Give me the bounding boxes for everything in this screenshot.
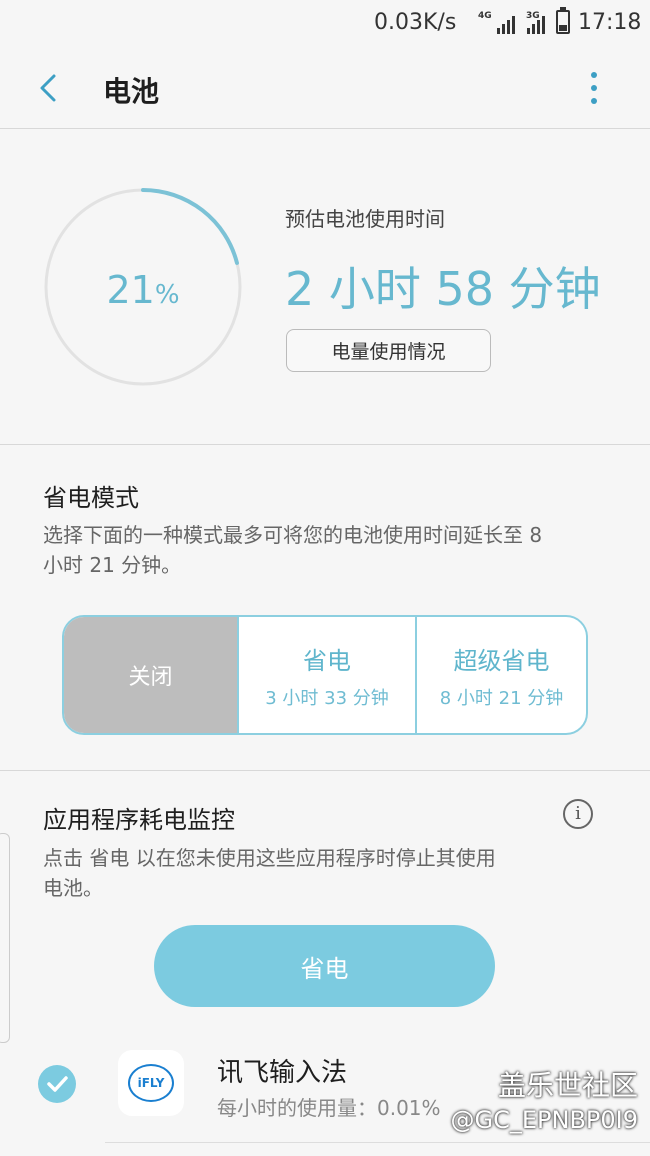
power-mode-selector: 关闭 省电 3 小时 33 分钟 超级省电 8 小时 21 分钟 <box>62 615 588 735</box>
battery-percent-sign: % <box>154 280 180 310</box>
network-type-1: 4G <box>478 11 492 21</box>
app-checkbox[interactable] <box>38 1065 76 1103</box>
app-bar: 电池 <box>0 48 650 128</box>
divider <box>105 1142 650 1143</box>
mode-ultra-power-saving-option[interactable]: 超级省电 8 小时 21 分钟 <box>415 617 586 733</box>
back-button[interactable] <box>30 68 70 108</box>
watermark-title: 盖乐世社区 <box>497 1069 638 1102</box>
mode-power-saving-option[interactable]: 省电 3 小时 33 分钟 <box>237 617 415 733</box>
app-monitor-description: 点击 省电 以在您未使用这些应用程序时停止其使用电池。 <box>43 846 496 900</box>
app-monitor-title: 应用程序耗电监控 <box>43 806 235 834</box>
check-icon <box>47 1076 68 1092</box>
power-mode-description: 选择下面的一种模式最多可将您的电池使用时间延长至 8 小时 21 分钟。 <box>43 523 543 577</box>
more-options-button[interactable] <box>580 68 610 108</box>
mode-name: 超级省电 <box>453 646 550 675</box>
clock: 17:18 <box>578 10 642 35</box>
chevron-left-icon <box>40 74 56 102</box>
signal-icon-2 <box>527 16 545 34</box>
mode-name: 关闭 <box>128 665 173 690</box>
power-mode-title: 省电模式 <box>43 484 139 512</box>
watermark-handle: @GC_EPNBP0I9 <box>450 1106 639 1134</box>
network-speed: 0.03K/s <box>374 10 457 35</box>
info-button[interactable]: i <box>563 799 593 829</box>
estimate-value: 2 小时 58 分钟 <box>285 262 601 316</box>
mode-name: 省电 <box>303 646 351 675</box>
divider <box>0 444 650 445</box>
battery-percent: 21% <box>43 268 243 312</box>
battery-percent-number: 21 <box>106 268 155 312</box>
divider <box>0 770 650 771</box>
mode-off-option[interactable]: 关闭 <box>64 617 237 733</box>
info-icon: i <box>575 803 581 824</box>
app-name: 讯飞输入法 <box>217 1058 348 1088</box>
page-title: 电池 <box>103 75 160 108</box>
app-usage: 每小时的使用量：0.01% <box>217 1096 441 1120</box>
battery-level-arc <box>141 188 239 265</box>
app-icon-label: iFLY <box>137 1076 165 1090</box>
battery-icon <box>556 7 570 34</box>
save-power-button[interactable]: 省电 <box>154 925 495 1007</box>
status-bar: 0.03K/s 4G 3G 17:18 <box>0 0 650 48</box>
mode-time: 3 小时 33 分钟 <box>265 687 389 709</box>
ifly-app-icon: iFLY <box>118 1050 184 1116</box>
mode-time: 8 小时 21 分钟 <box>439 687 564 709</box>
estimate-label: 预估电池使用时间 <box>285 207 445 231</box>
edge-panel-handle[interactable] <box>0 833 10 1043</box>
signal-icon <box>497 16 515 34</box>
battery-usage-button[interactable]: 电量使用情况 <box>286 329 491 372</box>
divider <box>0 128 650 129</box>
